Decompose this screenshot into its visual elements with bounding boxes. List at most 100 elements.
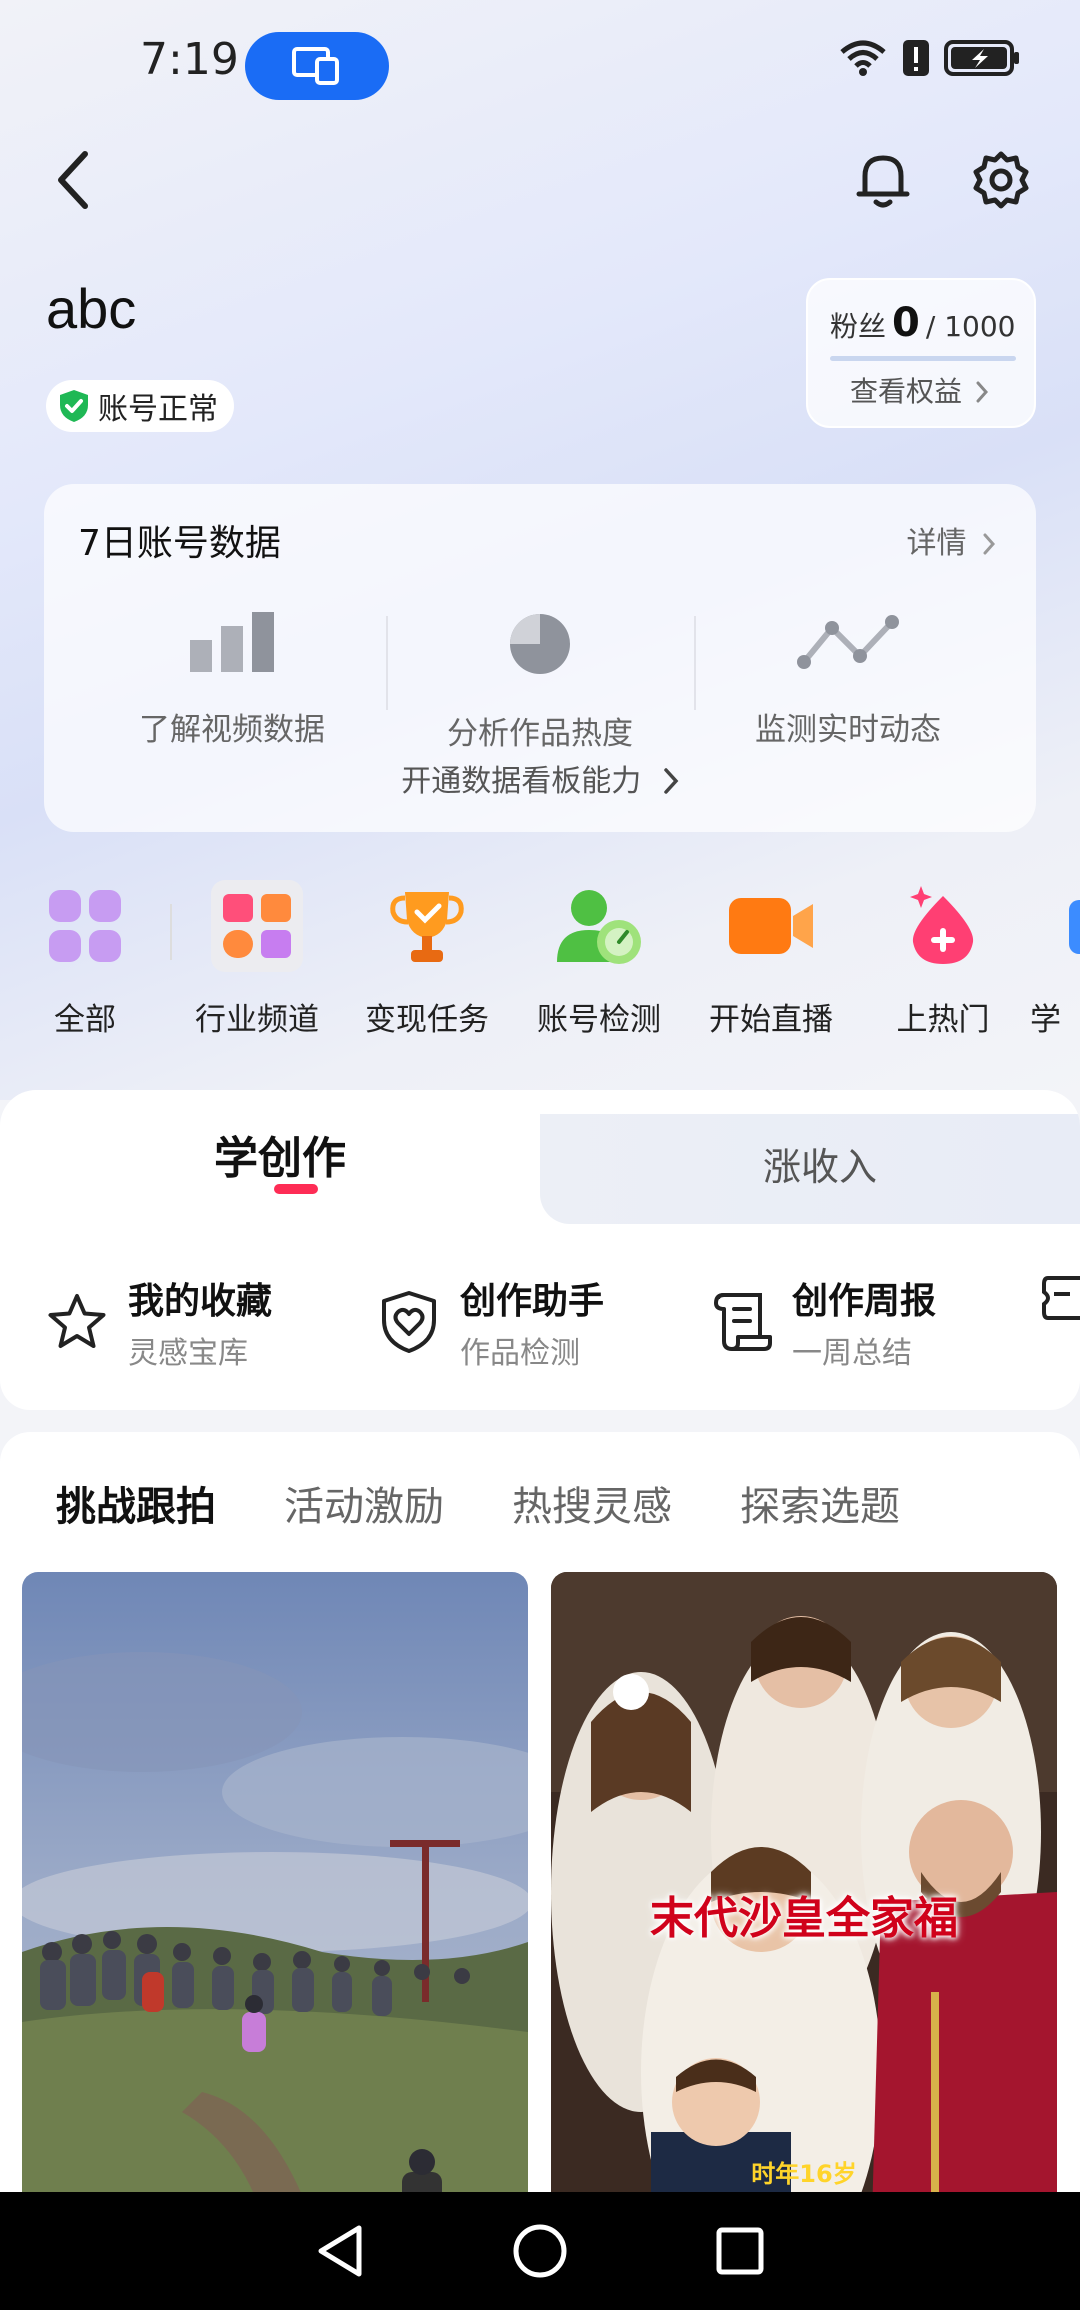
data-column-label: 了解视频数据 — [139, 712, 325, 748]
quick-action-trending[interactable]: 上热门 — [858, 880, 1028, 1039]
quick-action-label: 全部 — [54, 1002, 116, 1038]
tab-challenge-follow[interactable]: 挑战跟拍 — [56, 1474, 216, 1532]
view-benefits-label: 查看权益 — [850, 375, 963, 408]
active-tab-indicator — [274, 1184, 318, 1194]
notification-button[interactable] — [850, 140, 916, 220]
data-detail-link[interactable]: 详情 — [906, 518, 996, 562]
tab-trending-inspiration[interactable]: 热搜灵感 — [512, 1474, 672, 1532]
screen-cast-pill[interactable] — [245, 32, 389, 100]
learn-icon — [1069, 880, 1080, 972]
quick-action-live[interactable]: 开始直播 — [686, 880, 856, 1039]
quick-action-learn[interactable]: 学 — [1030, 880, 1080, 1039]
report-icon — [714, 1293, 772, 1351]
chevron-right-icon — [983, 533, 996, 555]
data-column-video[interactable]: 了解视频数据 — [82, 612, 382, 749]
quick-action-industry[interactable]: 行业频道 — [172, 880, 342, 1039]
nav-home-button[interactable] — [500, 2211, 580, 2291]
shield-heart-icon — [382, 1291, 436, 1353]
tab-label: 学创作 — [214, 1133, 346, 1184]
screen-cast-icon — [292, 47, 339, 85]
star-icon — [48, 1294, 106, 1348]
tab-learn-create[interactable]: 学创作 — [0, 1090, 560, 1220]
ticket-icon — [1042, 1276, 1080, 1320]
back-button[interactable] — [38, 140, 108, 220]
nav-back-button[interactable] — [300, 2211, 380, 2291]
tool-weekly-report[interactable]: 创作周报 一周总结 — [712, 1272, 936, 1372]
circle-home-icon — [513, 2224, 567, 2278]
quick-action-monetize[interactable]: 变现任务 — [342, 880, 512, 1039]
tool-title: 我的收藏 — [128, 1281, 273, 1322]
line-chart-icon — [797, 615, 899, 669]
fans-label: 粉丝 — [830, 310, 887, 343]
account-data-card: 7日账号数据 详情 了解视频数据 分析作品热度 监测实时动态 开通数据看板能力 — [44, 484, 1036, 832]
grid-icon — [39, 880, 131, 972]
pie-chart-icon — [510, 614, 570, 674]
tab-increase-income[interactable]: 涨收入 — [620, 1136, 1020, 1191]
bar-chart-icon — [190, 612, 274, 672]
tool-more[interactable] — [1040, 1272, 1080, 1324]
quick-action-label: 账号检测 — [537, 1002, 661, 1038]
nav-recents-button[interactable] — [700, 2211, 780, 2291]
tool-subtitle: 灵感宝库 — [128, 1336, 248, 1371]
bell-icon — [856, 155, 910, 208]
tool-subtitle: 一周总结 — [792, 1336, 912, 1371]
system-nav-bar — [0, 2192, 1080, 2310]
card-caption: 末代沙皇全家福 — [650, 1893, 958, 1944]
quick-action-all[interactable]: 全部 — [0, 880, 170, 1039]
triangle-back-icon — [318, 2225, 362, 2277]
quick-action-label: 上热门 — [896, 1002, 990, 1038]
flame-icon — [897, 880, 989, 972]
status-time: 7:19 — [140, 34, 239, 85]
username: abc — [46, 277, 137, 340]
tool-subtitle: 作品检测 — [460, 1336, 580, 1371]
chevron-right-icon — [664, 768, 679, 794]
quick-action-label: 变现任务 — [365, 1002, 489, 1038]
tool-my-favorites[interactable]: 我的收藏 灵感宝库 — [46, 1272, 272, 1372]
fans-card[interactable]: 粉丝 0 / 1000 查看权益 — [806, 278, 1036, 428]
fans-line: 粉丝 0 / 1000 — [830, 300, 1015, 346]
fans-max: / 1000 — [925, 310, 1016, 343]
gear-icon — [973, 151, 1029, 209]
challenge-card-crowd[interactable] — [22, 1572, 528, 2232]
data-column-realtime[interactable]: 监测实时动态 — [698, 612, 998, 749]
unlock-label: 开通数据看板能力 — [401, 764, 642, 799]
tab-activity-incentive[interactable]: 活动激励 — [284, 1474, 444, 1532]
card-subcaption: 时年16岁 — [751, 2160, 857, 2188]
unlock-data-dashboard-link[interactable]: 开通数据看板能力 — [44, 756, 1036, 800]
fans-progress-bar — [830, 356, 1016, 361]
quick-action-label: 行业频道 — [195, 1002, 319, 1038]
quick-action-label: 学 — [1030, 1002, 1061, 1038]
data-column-heat[interactable]: 分析作品热度 — [390, 612, 690, 753]
wifi-icon — [840, 40, 886, 76]
quick-actions-row: 全部 行业频道 变现任务 账号检测 开始直播 上热门 学 — [0, 880, 1080, 1040]
camera-icon — [725, 880, 817, 972]
data-card-title: 7日账号数据 — [78, 523, 281, 564]
chevron-right-icon — [976, 381, 988, 403]
quick-action-label: 开始直播 — [709, 1002, 833, 1038]
account-status-text: 账号正常 — [98, 392, 218, 427]
square-recents-icon — [716, 2227, 764, 2275]
settings-button[interactable] — [968, 140, 1034, 220]
battery-charging-icon — [944, 40, 1019, 76]
challenge-panel: 挑战跟拍 活动激励 热搜灵感 探索选题 末代沙皇全家福 时年16岁 — [0, 1432, 1080, 2232]
learn-panel: 学创作 涨收入 我的收藏 灵感宝库 创作助手 作品检测 创作周报 一周总结 — [0, 1090, 1080, 1410]
account-status-badge[interactable]: 账号正常 — [46, 380, 234, 432]
quick-action-account-check[interactable]: 账号检测 — [514, 880, 684, 1039]
divider — [694, 616, 696, 710]
chevron-left-icon — [58, 151, 88, 209]
view-benefits-link[interactable]: 查看权益 — [850, 370, 989, 410]
fans-count: 0 — [892, 300, 920, 346]
account-check-icon — [553, 880, 645, 972]
tab-explore-topics[interactable]: 探索选题 — [740, 1474, 900, 1532]
tool-title: 创作周报 — [792, 1281, 937, 1322]
data-detail-label: 详情 — [906, 526, 967, 561]
alert-icon — [903, 40, 929, 76]
tool-creation-assistant[interactable]: 创作助手 作品检测 — [378, 1272, 604, 1372]
divider — [386, 616, 388, 710]
status-icons — [838, 38, 1020, 78]
verified-shield-icon — [60, 390, 88, 422]
challenge-card-tsar-family[interactable]: 末代沙皇全家福 时年16岁 — [551, 1572, 1057, 2232]
tool-title: 创作助手 — [460, 1281, 605, 1322]
crowd-on-hill-photo — [22, 1572, 528, 2232]
channel-icon — [211, 880, 303, 972]
